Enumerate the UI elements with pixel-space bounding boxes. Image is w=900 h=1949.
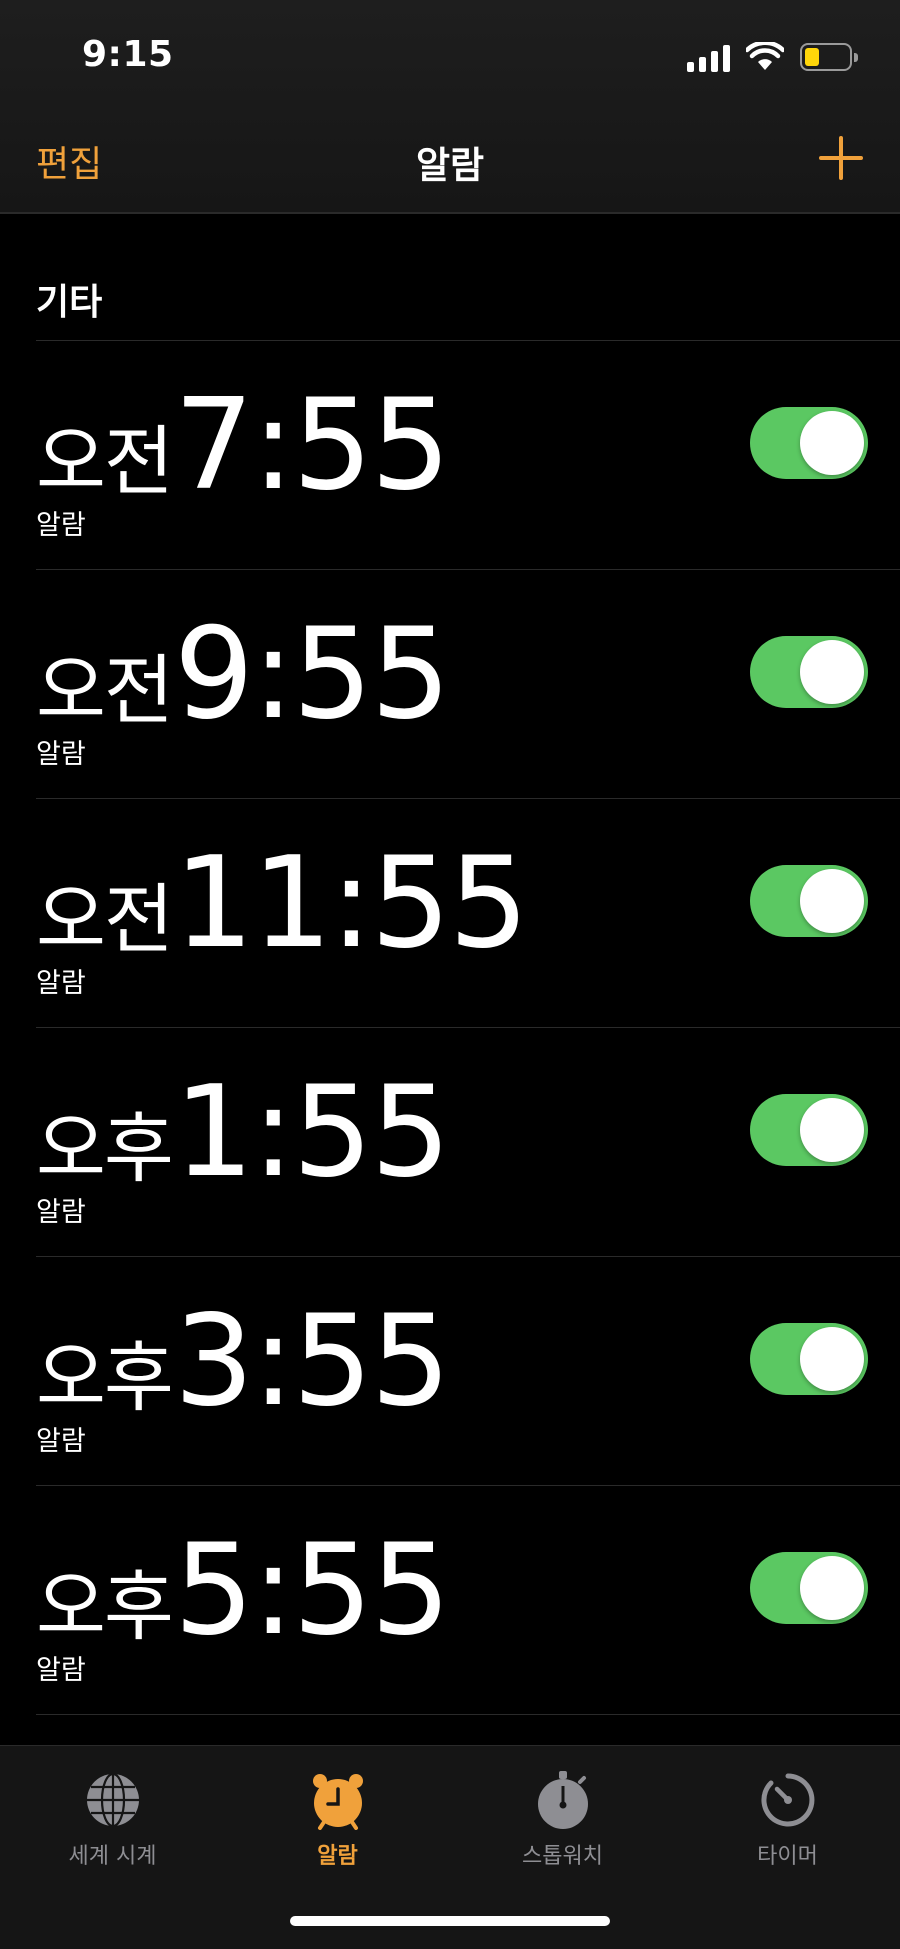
alarm-row[interactable]: 오후 5:55 알람 <box>36 1485 900 1715</box>
alarm-meridiem: 오전 <box>36 646 174 735</box>
add-alarm-icon[interactable] <box>818 135 864 181</box>
toggle-knob <box>800 1556 864 1620</box>
section-header: 기타 <box>36 282 103 323</box>
page-title: 알람 <box>415 144 485 187</box>
timer-icon <box>760 1773 814 1827</box>
tab-world-clock[interactable]: 세계 시계 <box>0 1770 225 1870</box>
alarm-clock: 1:55 <box>173 1058 451 1205</box>
alarm-toggle[interactable] <box>750 407 868 479</box>
alarm-toggle[interactable] <box>750 1094 868 1166</box>
tab-label: 알람 <box>317 1844 358 1869</box>
alarm-row[interactable]: 오전 11:55 알람 <box>36 798 900 1027</box>
status-icons <box>687 40 860 74</box>
alarm-label: 알람 <box>36 510 86 541</box>
alarm-time: 오전 11:55 <box>36 829 529 976</box>
alarm-meridiem: 오전 <box>36 875 174 964</box>
tab-timer[interactable]: 타이머 <box>675 1770 900 1870</box>
alarm-label: 알람 <box>36 968 86 999</box>
stopwatch-icon <box>537 1771 588 1829</box>
alarm-label: 알람 <box>36 1426 86 1457</box>
tab-label: 타이머 <box>757 1844 818 1869</box>
alarm-toggle[interactable] <box>750 636 868 708</box>
alarm-clock-icon <box>312 1774 363 1830</box>
status-time: 9:15 <box>82 34 174 75</box>
toggle-knob <box>800 1327 864 1391</box>
alarm-time: 오후 3:55 <box>36 1287 451 1434</box>
wifi-icon <box>746 42 784 70</box>
toggle-knob <box>800 1098 864 1162</box>
tab-alarm[interactable]: 알람 <box>225 1770 450 1870</box>
alarm-time: 오후 5:55 <box>36 1516 451 1663</box>
toggle-knob <box>800 411 864 475</box>
alarm-toggle[interactable] <box>750 865 868 937</box>
alarm-row[interactable]: 오후 1:55 알람 <box>36 1027 900 1256</box>
alarm-clock: 11:55 <box>173 829 529 976</box>
alarm-clock: 3:55 <box>173 1287 451 1434</box>
alarm-row[interactable]: 오전 9:55 알람 <box>36 569 900 798</box>
alarm-meridiem: 오후 <box>36 1333 174 1422</box>
tab-label: 스톱워치 <box>522 1844 603 1869</box>
alarm-meridiem: 오후 <box>36 1562 174 1651</box>
alarm-meridiem: 오전 <box>36 417 174 506</box>
alarm-label: 알람 <box>36 1655 86 1686</box>
alarm-clock: 9:55 <box>173 600 451 747</box>
alarm-row[interactable]: 오전 7:55 알람 <box>36 340 900 569</box>
alarm-list: 오전 7:55 알람 오전 9:55 알람 오전 11:55 알람 오후 1:5… <box>0 340 900 1715</box>
alarm-row[interactable]: 오후 3:55 알람 <box>36 1256 900 1485</box>
alarm-clock: 7:55 <box>173 371 451 518</box>
alarm-clock: 5:55 <box>173 1516 451 1663</box>
alarm-toggle[interactable] <box>750 1552 868 1624</box>
cellular-signal-icon <box>687 42 730 72</box>
tab-label: 세계 시계 <box>68 1844 157 1869</box>
battery-icon <box>800 43 858 71</box>
globe-icon <box>86 1772 139 1828</box>
alarm-time: 오전 7:55 <box>36 371 451 518</box>
toggle-knob <box>800 869 864 933</box>
alarm-time: 오전 9:55 <box>36 600 451 747</box>
alarm-label: 알람 <box>36 1197 86 1228</box>
header: 9:15 편집 알람 <box>0 0 900 214</box>
toggle-knob <box>800 640 864 704</box>
alarm-meridiem: 오후 <box>36 1104 174 1193</box>
home-indicator[interactable] <box>290 1916 610 1926</box>
tab-stopwatch[interactable]: 스톱워치 <box>450 1770 675 1870</box>
alarm-toggle[interactable] <box>750 1323 868 1395</box>
alarm-time: 오후 1:55 <box>36 1058 451 1205</box>
alarm-label: 알람 <box>36 739 86 770</box>
